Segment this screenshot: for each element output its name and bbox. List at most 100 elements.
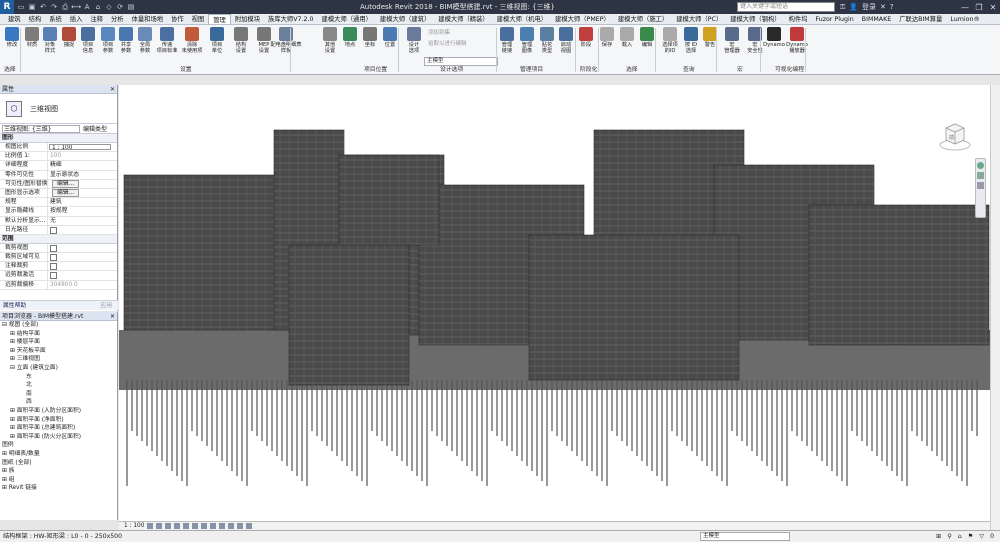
tab-15[interactable]: 建模大师（机电） [493, 14, 551, 24]
measure-icon[interactable]: ⟷ [71, 2, 81, 12]
tab-2[interactable]: 系统 [45, 14, 66, 24]
tree-item[interactable]: ⊟ 视图 (全部) [0, 321, 117, 330]
tab-10[interactable]: 附加模块 [231, 14, 264, 24]
save-selection-button[interactable]: 保存 [597, 27, 617, 48]
manage-links-button[interactable]: 管理 链接 [497, 27, 517, 54]
transfer-standards-button[interactable]: 传递 项目标准 [157, 27, 177, 54]
open-icon[interactable]: ▭ [16, 2, 26, 12]
tree-item[interactable]: ⊞ 面积平面 (人防分区面积) [0, 407, 117, 416]
expand-icon[interactable]: ⊞ [10, 348, 17, 354]
lock-3d-icon[interactable] [210, 523, 217, 529]
tree-item[interactable]: 南 [0, 390, 117, 399]
manage-images-button[interactable]: 管理 图像 [517, 27, 537, 54]
help-icon[interactable]: ? [890, 1, 894, 13]
phases-button[interactable]: 阶段 [576, 27, 596, 48]
revit-logo-icon[interactable]: R [0, 0, 14, 14]
property-edit-button[interactable]: 编辑... [52, 179, 80, 188]
property-edit-button[interactable]: 编辑... [52, 188, 80, 197]
tree-item[interactable]: ⊞ 面积平面 (总建筑面积) [0, 424, 117, 433]
dynamo-button[interactable]: Dynamo [763, 27, 785, 48]
property-value[interactable]: 无 [48, 217, 117, 225]
tree-item[interactable]: ⊞ 结构平面 [0, 330, 117, 339]
tab-19[interactable]: 建模大师（钢构） [726, 14, 784, 24]
expand-icon[interactable]: ⊞ [2, 468, 9, 474]
crop-view-icon[interactable] [192, 523, 199, 529]
maximize-icon[interactable]: ❐ [972, 0, 986, 14]
exchange-icon[interactable]: ✕ [880, 1, 886, 13]
decal-types-button[interactable]: 贴花 类型 [537, 27, 557, 54]
tree-item[interactable]: 北 [0, 381, 117, 390]
tab-16[interactable]: 建模大师（PMEP） [551, 14, 614, 24]
warnings-button[interactable]: 警告 [700, 27, 720, 48]
project-info-button[interactable]: 项目 信息 [78, 27, 98, 54]
property-checkbox[interactable] [50, 244, 57, 252]
tree-item[interactable]: 西 [0, 398, 117, 407]
sun-path-icon[interactable] [165, 523, 172, 529]
expand-icon[interactable]: ⊞ [10, 331, 17, 337]
property-section[interactable]: 图形 [0, 134, 117, 143]
tree-item[interactable]: ⊞ 三维视图 [0, 355, 117, 364]
sync-icon[interactable]: ⟳ [115, 2, 125, 12]
select-underlay-icon[interactable]: ⌂ [958, 531, 962, 542]
temporary-hide-icon[interactable] [219, 523, 226, 529]
property-value[interactable]: 建筑 [48, 198, 117, 206]
highlight-displacement-icon[interactable] [246, 523, 253, 529]
tab-24[interactable]: Lumion® [946, 14, 983, 24]
active-model-select[interactable]: 主模型 [700, 532, 790, 541]
expand-icon[interactable]: ⊞ [2, 451, 9, 457]
project-units-button[interactable]: 项目 单位 [207, 27, 227, 54]
global-params-button[interactable]: 全局 参数 [135, 27, 155, 54]
expand-icon[interactable]: ⊞ [10, 434, 17, 440]
detail-level-icon[interactable] [147, 523, 154, 529]
tree-item[interactable]: ⊟ 立面 (建筑立面) [0, 364, 117, 373]
close-icon[interactable]: ✕ [110, 312, 115, 321]
search-input[interactable]: 键入关键字或短语 [737, 2, 835, 12]
apply-button[interactable]: 应用 [100, 301, 112, 311]
expand-icon[interactable]: ⊞ [10, 425, 17, 431]
tab-17[interactable]: 建模大师（施工） [614, 14, 672, 24]
property-checkbox[interactable] [50, 263, 57, 271]
macro-security-button[interactable]: 宏 安全性 [745, 27, 765, 54]
tab-20[interactable]: 构件坞 [785, 14, 812, 24]
expand-icon[interactable]: ⊞ [10, 408, 17, 414]
macro-manager-button[interactable]: 宏 管理器 [722, 27, 742, 54]
tree-item[interactable]: ⊞ 楼层平面 [0, 338, 117, 347]
property-value[interactable]: 精细 [48, 161, 117, 169]
3d-view-canvas[interactable] [119, 85, 990, 521]
project-params-button[interactable]: 项目 参数 [98, 27, 118, 54]
text-icon[interactable]: A [82, 2, 92, 12]
shared-params-button[interactable]: 共享 参数 [116, 27, 136, 54]
expand-icon[interactable]: ⊞ [2, 477, 9, 483]
type-selector[interactable]: ⬡ 三维视图 [0, 94, 117, 124]
tab-14[interactable]: 建模大师（精装） [434, 14, 492, 24]
close-icon[interactable]: ✕ [986, 0, 1000, 14]
object-styles-button[interactable]: 对象 样式 [40, 27, 60, 54]
properties-help-link[interactable]: 属性帮助 [3, 303, 26, 309]
user-icon[interactable]: 👤 [849, 1, 858, 13]
section-icon[interactable]: ◇ [104, 2, 114, 12]
redo-icon[interactable]: ↷ [49, 2, 59, 12]
tree-item[interactable]: 东 [0, 373, 117, 382]
reveal-hidden-icon[interactable] [228, 523, 235, 529]
edit-type-button[interactable]: 编辑类型 [83, 124, 107, 133]
position-button[interactable]: 位置 [380, 27, 400, 48]
subscription-icon[interactable]: ⚿ [840, 1, 845, 13]
property-checkbox[interactable] [50, 226, 57, 234]
worksets-icon[interactable]: ⊞ [936, 531, 941, 542]
tree-item[interactable]: ⊞ 面积平面 (防火分区面积) [0, 433, 117, 442]
edit-selection-button[interactable]: 编辑 [637, 27, 657, 48]
other-settings-button[interactable]: 其他 设置 [320, 27, 340, 54]
steering-wheel-icon[interactable] [977, 162, 984, 169]
visual-style-icon[interactable] [156, 523, 163, 529]
tree-item[interactable]: ⊞ 族 [0, 467, 117, 476]
tree-item[interactable]: ⊞ 天花板平面 [0, 347, 117, 356]
view-scale[interactable]: 1 : 100 [124, 523, 144, 529]
vertical-scrollbar[interactable] [990, 85, 1000, 530]
materials-button[interactable]: 材质 [22, 27, 42, 48]
tree-item[interactable]: ⊞ 组 [0, 476, 117, 485]
select-by-id-button[interactable]: 按 ID 选择 [681, 27, 701, 54]
starting-view-button[interactable]: 启动 视图 [556, 27, 576, 54]
tree-item[interactable]: ⊞ 明细表/数量 [0, 450, 117, 459]
dynamo-player-button[interactable]: Dynamo 播放器 [786, 27, 808, 54]
property-value[interactable]: 显示原状态 [48, 171, 117, 179]
